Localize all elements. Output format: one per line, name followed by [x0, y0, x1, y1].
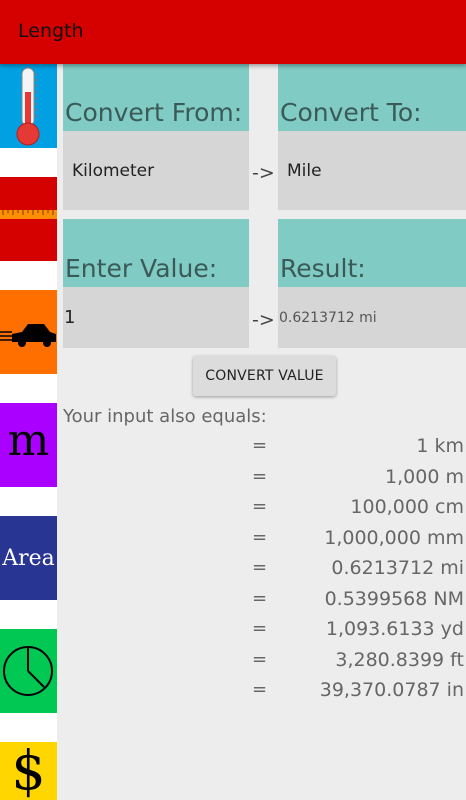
- equals-value: 1,093.6133 yd: [325, 618, 464, 640]
- m-letter-icon: m: [7, 415, 50, 466]
- sidebar-item-mass[interactable]: m: [0, 403, 57, 487]
- convert-value-button[interactable]: CONVERT VALUE: [193, 356, 336, 396]
- equals-value: 0.5399568 NM: [324, 588, 464, 610]
- ruler-icon: [0, 210, 57, 219]
- equals-sign: =: [252, 435, 268, 456]
- sidebar-item-currency[interactable]: $: [0, 742, 57, 800]
- app-title: Length: [18, 20, 84, 42]
- result-value: 0.6213712 mi: [279, 309, 377, 326]
- clock-icon: [3, 646, 53, 696]
- value-input[interactable]: 1: [63, 287, 249, 348]
- value-input-text: 1: [64, 307, 76, 328]
- equals-value: 39,370.0787 in: [319, 679, 464, 701]
- area-text-icon: Area: [2, 545, 55, 571]
- equals-value: 1,000 m: [385, 466, 464, 488]
- equals-value: 100,000 cm: [350, 496, 464, 518]
- input-result-arrow: ->: [252, 309, 275, 331]
- enter-value-label: Enter Value:: [63, 219, 249, 287]
- convert-to-label: Convert To:: [278, 64, 466, 131]
- equals-sign: =: [252, 557, 268, 578]
- sidebar-item-temperature[interactable]: [0, 64, 57, 148]
- equals-value: 3,280.8399 ft: [335, 649, 464, 671]
- convert-from-value: Kilometer: [72, 160, 155, 181]
- app-bar: Length: [0, 0, 466, 64]
- convert-to-value: Mile: [287, 160, 322, 181]
- equals-sign: =: [252, 649, 268, 670]
- equals-value: 0.6213712 mi: [331, 557, 464, 579]
- equals-sign: =: [252, 618, 268, 639]
- equals-sign: =: [252, 496, 268, 517]
- equals-value: 1,000,000 mm: [324, 527, 464, 549]
- sidebar-item-area[interactable]: Area: [0, 516, 57, 600]
- result-label: Result:: [278, 219, 466, 287]
- sidebar-item-time[interactable]: [0, 629, 57, 713]
- sidebar-item-speed[interactable]: [0, 290, 57, 374]
- sidebar-item-length[interactable]: [0, 177, 57, 261]
- equals-sign: =: [252, 588, 268, 609]
- category-sidebar: m Area $: [0, 64, 57, 800]
- equals-value: 1 km: [416, 435, 464, 457]
- equals-heading: Your input also equals:: [63, 406, 267, 427]
- dollar-icon: $: [11, 742, 46, 800]
- equals-sign: =: [252, 466, 268, 487]
- from-to-arrow: ->: [252, 162, 275, 184]
- equals-sign: =: [252, 527, 268, 548]
- equals-sign: =: [252, 679, 268, 700]
- result-field: 0.6213712 mi: [278, 287, 466, 348]
- thermometer-icon: [16, 67, 40, 146]
- convert-from-select[interactable]: Kilometer: [63, 131, 249, 210]
- convert-from-label: Convert From:: [63, 64, 249, 131]
- car-icon: [0, 324, 56, 347]
- convert-to-select[interactable]: Mile: [278, 131, 466, 210]
